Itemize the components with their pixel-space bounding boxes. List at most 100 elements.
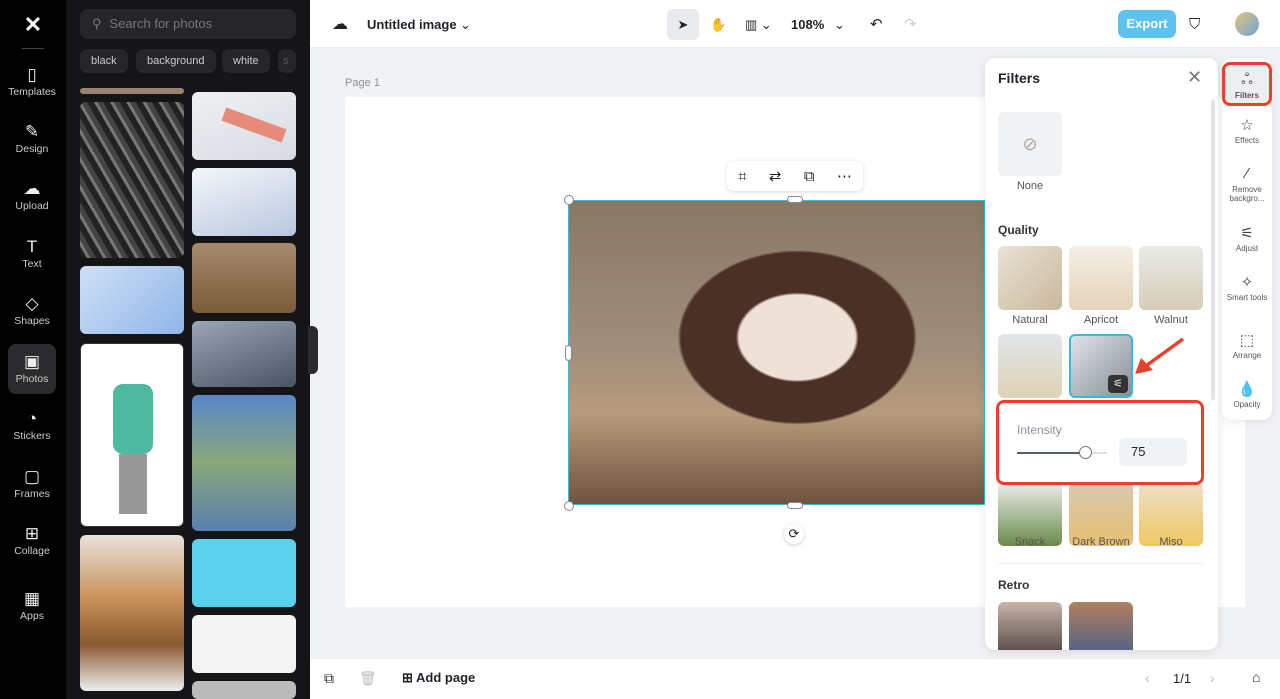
duplicate-icon[interactable]: ⧉ — [804, 168, 815, 185]
sidebar-item-shapes[interactable]: ◇ Shapes — [8, 293, 56, 343]
filter-label: Walnut — [1154, 314, 1188, 326]
chip-black[interactable]: black — [80, 49, 128, 73]
photo-tile[interactable] — [192, 321, 296, 387]
photo-tile[interactable] — [80, 343, 184, 527]
chevron-down-icon[interactable]: ⌄ — [460, 12, 471, 38]
cloud-icon[interactable]: ☁ — [332, 12, 348, 38]
filter-retro-thumb[interactable] — [1069, 602, 1133, 650]
sidebar-item-templates[interactable]: ▯ Templates — [8, 64, 56, 114]
page-count: 1/1 — [1173, 671, 1192, 686]
shield-icon[interactable]: ⛉ — [1189, 12, 1200, 38]
close-icon[interactable]: ✕ — [1187, 67, 1202, 88]
photo-tile[interactable] — [80, 102, 184, 258]
photo-tile[interactable] — [80, 535, 184, 691]
more-icon[interactable]: ⋯ — [837, 167, 852, 185]
resize-handle[interactable] — [564, 195, 574, 205]
resize-handle[interactable] — [787, 196, 803, 203]
filter-walnut[interactable] — [1139, 246, 1203, 310]
replace-icon[interactable]: ⇄ — [769, 167, 782, 185]
filters-icon: ஃ — [1241, 71, 1253, 88]
sidebar-item-apps[interactable]: ▦ Apps — [8, 588, 56, 638]
photo-tile[interactable] — [192, 243, 296, 313]
chip-background[interactable]: background — [136, 49, 216, 73]
trash-icon[interactable]: 🗑 — [359, 670, 377, 687]
resize-handle[interactable] — [565, 345, 572, 361]
remove-background-icon: ⁄ — [1245, 165, 1249, 182]
tool-opacity[interactable]: 💧 Opacity — [1225, 380, 1269, 409]
selected-image[interactable] — [568, 200, 985, 505]
sidebar-item-upload[interactable]: ☁ Upload — [8, 178, 56, 228]
tool-effects[interactable]: ☆ Effects — [1225, 116, 1269, 145]
add-page-button[interactable]: ⊞ Add page — [402, 670, 475, 686]
tool-smart-tools[interactable]: ✧ Smart tools — [1225, 273, 1269, 302]
export-button[interactable]: Export — [1118, 10, 1176, 38]
page-manager-icon[interactable]: ⌂ — [1252, 669, 1260, 685]
sidebar-item-text[interactable]: T Text — [8, 236, 56, 286]
filter-label: Dark Brown — [1072, 536, 1130, 548]
filter-apricot[interactable] — [1069, 246, 1133, 310]
duplicate-page-icon[interactable]: ⧉ — [324, 670, 334, 687]
photo-tile[interactable] — [80, 266, 184, 334]
photo-tile[interactable] — [192, 92, 296, 160]
resize-handle[interactable] — [564, 501, 574, 511]
tool-adjust[interactable]: ⚟ Adjust — [1225, 224, 1269, 253]
tool-remove-background[interactable]: ⁄ Remove backgro... — [1225, 165, 1269, 203]
hand-tool-button[interactable]: ✋ — [710, 12, 726, 38]
photos-icon: ▣ — [23, 352, 41, 371]
photo-tile[interactable] — [192, 168, 296, 236]
frames-icon: ▢ — [23, 467, 41, 486]
photo-tile[interactable] — [192, 395, 296, 531]
filter-thumb-selected[interactable]: ⚟ — [1069, 334, 1133, 398]
shapes-icon: ◇ — [25, 294, 39, 313]
photo-tile[interactable] — [192, 539, 296, 607]
collapse-panel-handle[interactable] — [308, 326, 318, 374]
chip-white[interactable]: white — [222, 49, 270, 73]
collage-icon: ⊞ — [24, 524, 40, 543]
sidebar-item-photos[interactable]: ▣ Photos — [8, 344, 56, 394]
select-tool-button[interactable]: ➤ — [667, 9, 699, 40]
document-title[interactable]: Untitled image — [367, 12, 457, 38]
sidebar-item-frames[interactable]: ▢ Frames — [8, 466, 56, 516]
chip-more[interactable]: s — [278, 49, 296, 73]
intensity-input[interactable]: 75 — [1119, 438, 1187, 466]
intensity-slider[interactable] — [1017, 446, 1107, 459]
photo-tile[interactable] — [192, 681, 296, 699]
tool-arrange[interactable]: ⬚ Arrange — [1225, 331, 1269, 360]
adjust-icon: ⚟ — [1240, 225, 1254, 242]
slider-fill — [1017, 452, 1085, 454]
filter-retro-thumb[interactable] — [998, 602, 1062, 650]
avatar[interactable] — [1235, 12, 1259, 36]
prev-page-button[interactable]: ‹ — [1145, 670, 1150, 686]
bottom-bar: ⧉ 🗑 ⊞ Add page ‹ 1/1 › ⌂ — [310, 658, 1280, 699]
rotate-icon[interactable]: ⟳ — [784, 524, 804, 544]
search-input[interactable]: ⚲ Search for photos — [80, 9, 296, 39]
filter-thumb[interactable] — [998, 334, 1062, 398]
sidebar-item-design[interactable]: ✎ Design — [8, 121, 56, 171]
scrollbar[interactable] — [1211, 100, 1215, 400]
next-page-button[interactable]: › — [1210, 670, 1215, 686]
intensity-label: Intensity — [1017, 423, 1062, 437]
templates-icon: ▯ — [27, 65, 37, 84]
layout-menu-button[interactable]: ▥ ⌄ — [745, 12, 772, 38]
photo-tile[interactable] — [192, 615, 296, 673]
filter-none[interactable]: ⊘ — [998, 112, 1062, 176]
sidebar-item-stickers[interactable]: ◔ Stickers — [8, 408, 56, 458]
zoom-level[interactable]: 108% — [791, 12, 824, 38]
effects-icon: ☆ — [1240, 117, 1254, 134]
add-page-icon: ⊞ — [402, 670, 417, 685]
tool-filters[interactable]: ஃ Filters — [1222, 62, 1272, 106]
filter-natural[interactable] — [998, 246, 1062, 310]
resize-handle[interactable] — [787, 502, 803, 509]
redo-button[interactable]: ↷ — [904, 12, 917, 38]
filter-label: None — [1016, 180, 1044, 192]
adjust-filter-icon[interactable]: ⚟ — [1108, 375, 1128, 393]
zoom-chevron-icon[interactable]: ⌄ — [834, 12, 845, 38]
capcut-logo-icon[interactable]: ✕ — [19, 12, 47, 37]
opacity-icon: 💧 — [1237, 381, 1257, 398]
filter-label: Miso — [1159, 536, 1183, 548]
sidebar-item-collage[interactable]: ⊞ Collage — [8, 523, 56, 573]
undo-button[interactable]: ↶ — [870, 12, 883, 38]
crop-icon[interactable]: ⌗ — [738, 168, 746, 185]
slider-thumb[interactable] — [1078, 446, 1092, 459]
photo-tile[interactable] — [80, 88, 184, 94]
